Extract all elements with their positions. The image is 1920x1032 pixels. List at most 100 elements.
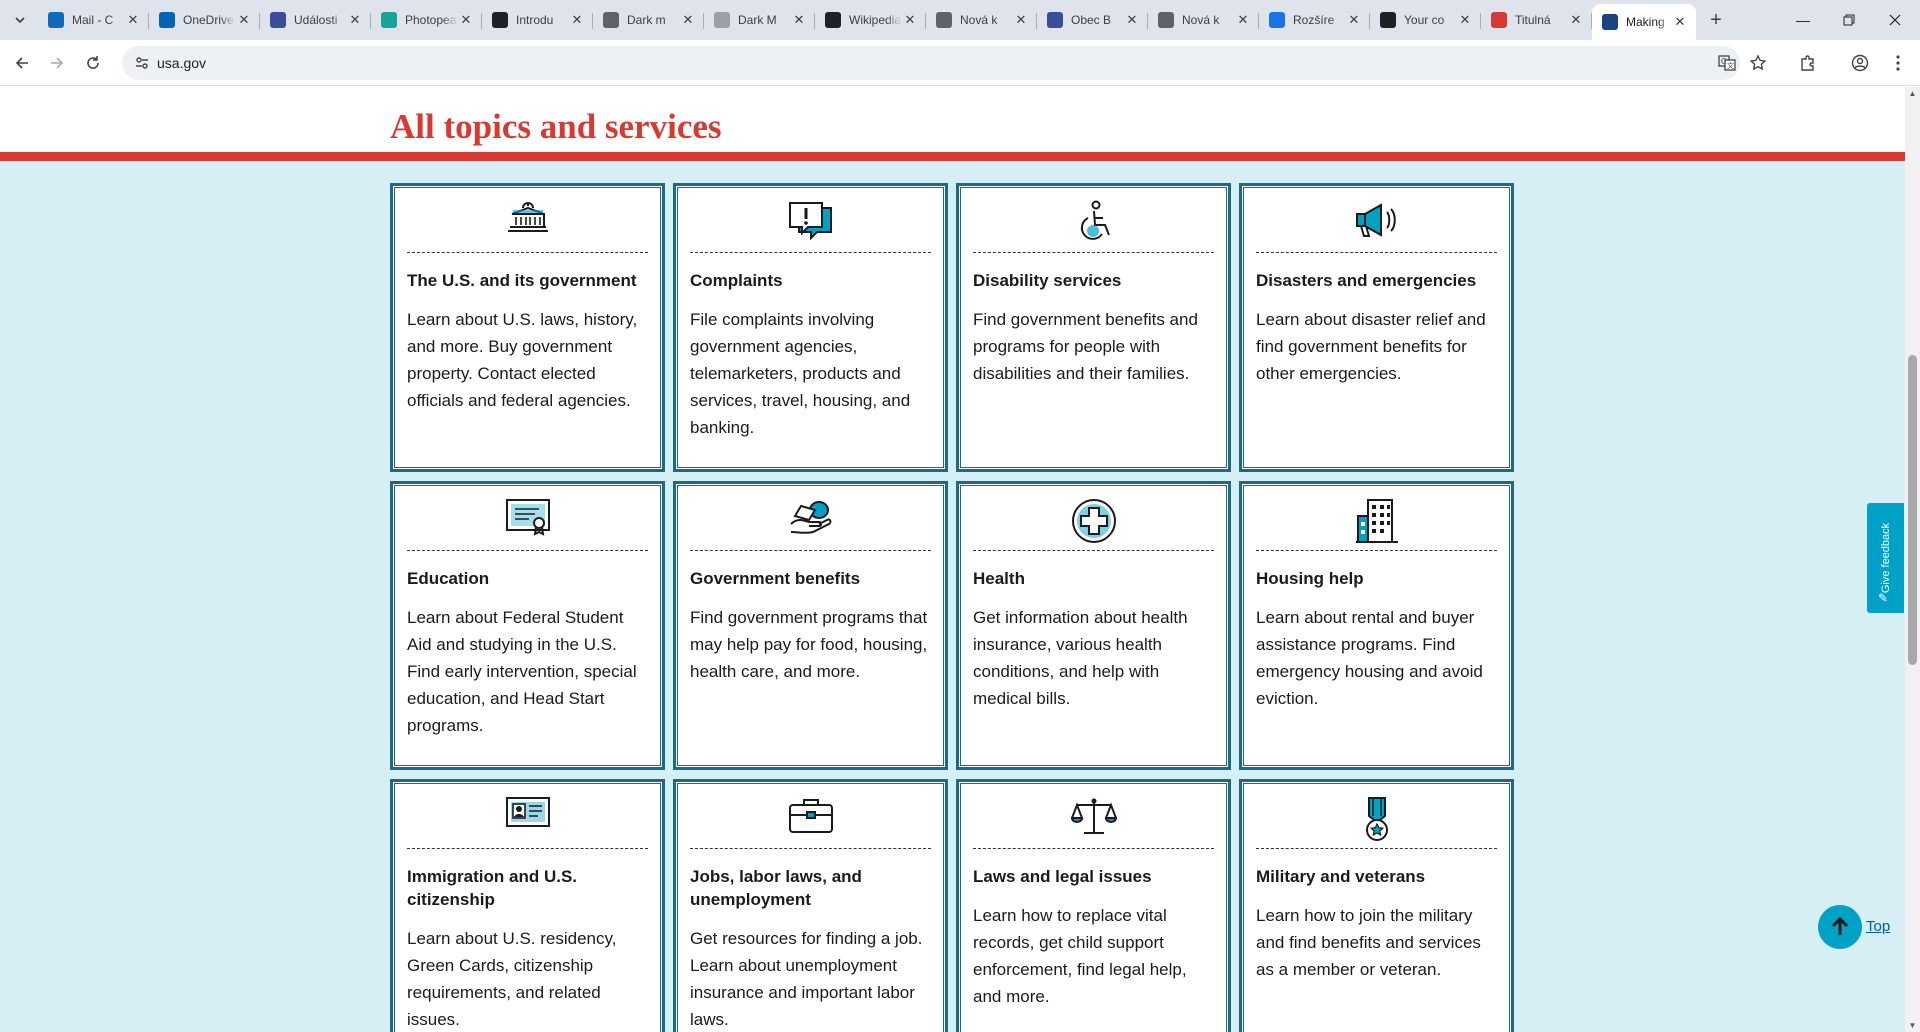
browser-toolbar: usa.gov G文: [0, 40, 1920, 86]
minimize-button[interactable]: —: [1780, 0, 1826, 40]
close-tab-button[interactable]: ✕: [1457, 12, 1473, 28]
back-to-top-button[interactable]: [1818, 905, 1862, 949]
new-tab-button[interactable]: +: [1700, 4, 1732, 36]
give-feedback-button[interactable]: Give feedback ✎: [1867, 503, 1904, 613]
close-tab-button[interactable]: ✕: [1568, 12, 1584, 28]
topic-card[interactable]: Complaints File complaints involving gov…: [673, 183, 948, 472]
browser-tab[interactable]: Události ✕: [260, 4, 371, 36]
card-description: Get resources for finding a job. Learn a…: [690, 929, 923, 1029]
topic-card[interactable]: Disasters and emergencies Learn about di…: [1239, 183, 1514, 472]
browser-tab[interactable]: Nová k ✕: [1148, 4, 1259, 36]
tab-title: Nová k: [1182, 13, 1220, 27]
close-icon: ✕: [1570, 12, 1582, 27]
back-button[interactable]: [6, 47, 38, 79]
translate-icon: G文: [1718, 55, 1736, 71]
browser-tab[interactable]: Dark M ✕: [704, 4, 815, 36]
tab-title: Nová k: [960, 13, 998, 27]
tab-title: Titulná: [1515, 13, 1551, 27]
forward-button[interactable]: [41, 47, 73, 79]
tab-title: Dark M: [738, 13, 777, 27]
scales-of-justice-icon: [973, 796, 1214, 848]
browser-tab[interactable]: Nová k ✕: [926, 4, 1037, 36]
browser-tab[interactable]: OneDrive ✕: [149, 4, 260, 36]
arrow-up-icon: [1831, 916, 1849, 935]
address-bar[interactable]: usa.gov G文: [122, 46, 1767, 80]
give-feedback-label: Give feedback: [1879, 522, 1892, 594]
reload-button[interactable]: [77, 47, 109, 79]
tab-title: Wikipedia: [849, 13, 902, 27]
browser-tab[interactable]: Mail - C ✕: [38, 4, 149, 36]
profile-button[interactable]: [1848, 53, 1872, 73]
tab-title: Mail - C: [72, 13, 114, 27]
card-description: Learn how to replace vital records, get …: [973, 906, 1187, 1006]
close-tab-button[interactable]: ✕: [569, 12, 585, 28]
close-tab-button[interactable]: ✕: [791, 12, 807, 28]
close-tab-button[interactable]: ✕: [236, 12, 252, 28]
topic-card[interactable]: Jobs, labor laws, and unemployment Get r…: [673, 779, 948, 1032]
browser-tab[interactable]: Photopea ✕: [371, 4, 482, 36]
close-tab-button[interactable]: ✕: [347, 12, 363, 28]
close-icon: ✕: [793, 12, 805, 27]
close-tab-button[interactable]: ✕: [125, 12, 141, 28]
browser-tab[interactable]: Introdu ✕: [482, 4, 593, 36]
chrome-icon: [1158, 12, 1174, 28]
topic-card[interactable]: Military and veterans Learn how to join …: [1239, 779, 1514, 1032]
tab-title: OneDrive: [183, 13, 234, 27]
card-divider: [973, 252, 1214, 253]
page-scrollbar[interactable]: ▲ ▼: [1905, 87, 1920, 1032]
browser-tab[interactable]: Rozšíre ✕: [1259, 4, 1370, 36]
minimize-icon: —: [1796, 12, 1810, 28]
site-info-button[interactable]: [130, 51, 154, 75]
browser-menu-button[interactable]: [1886, 53, 1910, 73]
topic-card[interactable]: Housing help Learn about rental and buye…: [1239, 481, 1514, 770]
topic-card[interactable]: Government benefits Find government prog…: [673, 481, 948, 770]
section-header: All topics and services: [0, 87, 1905, 152]
topic-card[interactable]: Disability services Find government bene…: [956, 183, 1231, 472]
topic-card[interactable]: Health Get information about health insu…: [956, 481, 1231, 770]
close-tab-button[interactable]: ✕: [1235, 12, 1251, 28]
scroll-up-arrow[interactable]: ▲: [1908, 89, 1917, 98]
close-tab-button[interactable]: ✕: [1346, 12, 1362, 28]
close-tab-button[interactable]: ✕: [458, 12, 474, 28]
topic-card[interactable]: Education Learn about Federal Student Ai…: [390, 481, 665, 770]
browser-tab[interactable]: Obec B ✕: [1037, 4, 1148, 36]
extensions-button[interactable]: [1796, 53, 1820, 73]
close-tab-button[interactable]: ✕: [1124, 12, 1140, 28]
star-icon: [1749, 54, 1767, 71]
topic-card[interactable]: Laws and legal issues Learn how to repla…: [956, 779, 1231, 1032]
puzzle-icon: [1269, 12, 1285, 28]
url-text: usa.gov: [157, 55, 207, 71]
card-divider: [973, 550, 1214, 551]
tab-search-button[interactable]: [8, 8, 32, 32]
scroll-down-arrow[interactable]: ▼: [1908, 1021, 1917, 1030]
translate-button[interactable]: G文: [1715, 53, 1739, 73]
close-tab-button[interactable]: ✕: [1672, 14, 1688, 30]
photopea-icon: [381, 12, 397, 28]
back-to-top-link[interactable]: Top: [1866, 918, 1890, 935]
bookmark-button[interactable]: [1746, 53, 1770, 73]
card-description: Learn about rental and buyer assistance …: [1256, 608, 1483, 708]
card-divider: [690, 550, 931, 551]
card-divider: [407, 848, 648, 849]
topic-card[interactable]: Immigration and U.S. citizenship Learn a…: [390, 779, 665, 1032]
restore-button[interactable]: [1826, 0, 1872, 40]
card-title: Complaints: [690, 271, 783, 290]
close-window-button[interactable]: [1872, 0, 1918, 40]
close-tab-button[interactable]: ✕: [1013, 12, 1029, 28]
close-tab-button[interactable]: ✕: [680, 12, 696, 28]
browser-tab[interactable]: Your co ✕: [1370, 4, 1481, 36]
scrollbar-thumb[interactable]: [1908, 355, 1917, 665]
browser-tab[interactable]: Dark m ✕: [593, 4, 704, 36]
card-title: Military and veterans: [1256, 867, 1426, 886]
browser-tab[interactable]: Titulná ✕: [1481, 4, 1592, 36]
section-title: All topics and services: [390, 107, 722, 146]
browser-tab[interactable]: Wikipedia ✕: [815, 4, 926, 36]
topic-card[interactable]: The U.S. and its government Learn about …: [390, 183, 665, 472]
close-tab-button[interactable]: ✕: [902, 12, 918, 28]
card-divider: [1256, 252, 1497, 253]
browser-tab[interactable]: Making ✕: [1592, 4, 1696, 40]
close-icon: ✕: [571, 12, 583, 27]
red-divider: [0, 152, 1905, 161]
card-description: Find government programs that may help p…: [690, 608, 928, 681]
close-icon: ✕: [1126, 12, 1138, 27]
